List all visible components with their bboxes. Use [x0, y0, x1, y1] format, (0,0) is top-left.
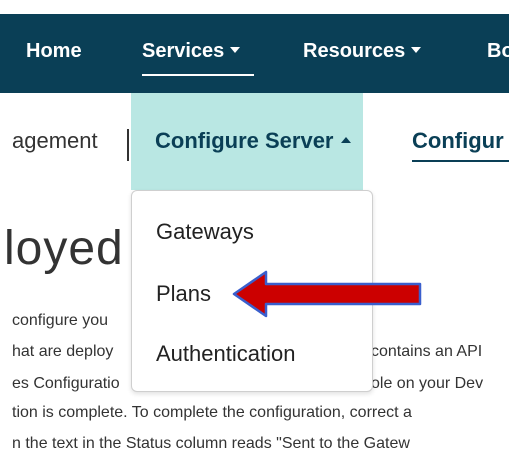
body-text-line: es Configuratio	[12, 375, 120, 392]
body-text-fragment: ole on your Dev	[371, 375, 484, 392]
chevron-down-icon	[230, 46, 241, 53]
body-text-line: configure you	[12, 312, 109, 329]
sub-nav-configure-server[interactable]: Configure Server	[155, 128, 351, 154]
sub-nav-divider	[127, 129, 129, 161]
sub-nav: agement Configure Server Configur	[0, 93, 509, 190]
nav-resources-label: Resources	[303, 40, 406, 62]
nav-item-truncated[interactable]: Bo	[487, 40, 509, 63]
nav-services-label: Services	[142, 40, 225, 62]
body-text-line: hat are deploy	[12, 343, 114, 360]
body-text-line: n the text in the Status column reads "S…	[12, 435, 410, 450]
nav-services-active-underline	[142, 74, 254, 76]
menu-item-plans[interactable]: Plans	[156, 281, 211, 307]
page: Home Services Resources Bo agement Confi…	[0, 0, 509, 450]
sub-nav-management[interactable]: agement	[12, 128, 98, 154]
nav-resources[interactable]: Resources	[303, 40, 422, 63]
chevron-down-icon	[411, 46, 422, 53]
sub-nav-configure-server-label: Configure Server	[155, 128, 334, 153]
sub-nav-configure-other[interactable]: Configur	[412, 128, 504, 154]
menu-item-authentication[interactable]: Authentication	[156, 341, 295, 367]
page-heading: loyed	[4, 222, 124, 275]
top-strip	[0, 0, 509, 14]
annotation-arrow-icon	[232, 270, 422, 318]
nav-services[interactable]: Services	[142, 40, 241, 63]
chevron-up-icon	[340, 137, 351, 144]
menu-item-gateways[interactable]: Gateways	[156, 219, 254, 245]
sub-nav-configure-other-underline	[412, 160, 509, 162]
body-text-fragment: contains an API	[371, 343, 483, 360]
nav-home[interactable]: Home	[26, 40, 82, 63]
main-nav: Home Services Resources Bo	[0, 14, 509, 93]
body-text-line: tion is complete. To complete the config…	[12, 404, 412, 421]
